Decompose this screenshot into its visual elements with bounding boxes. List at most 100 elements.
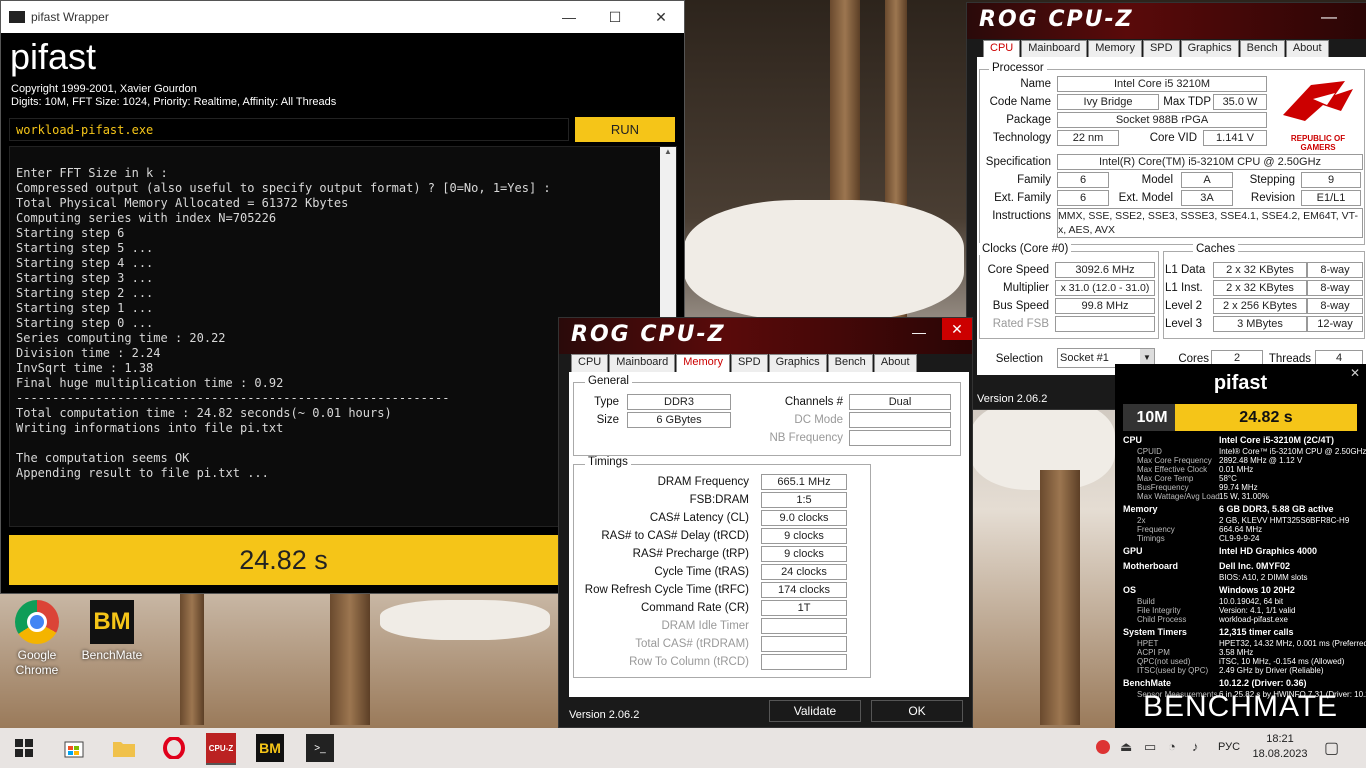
- terminal-icon[interactable]: >_: [306, 734, 334, 762]
- technology-label: Technology: [992, 132, 1051, 144]
- notification-app-icon[interactable]: [1096, 740, 1110, 754]
- benchmate-value: 12,315 timer calls: [1219, 627, 1294, 637]
- close-button[interactable]: ✕: [942, 318, 972, 340]
- ok-button[interactable]: OK: [871, 700, 963, 722]
- benchmate-value: Intel Core i5-3210M (2C/4T): [1219, 435, 1335, 445]
- tab-memory[interactable]: Memory: [676, 354, 730, 373]
- windows-start-icon[interactable]: [10, 734, 38, 762]
- tab-graphics[interactable]: Graphics: [768, 354, 827, 373]
- tab-about[interactable]: About: [873, 354, 917, 373]
- wifi-icon[interactable]: ◔: [1168, 739, 1176, 754]
- run-button[interactable]: RUN: [575, 117, 675, 142]
- timing-label: DRAM Idle Timer: [661, 620, 749, 632]
- tab-mainboard[interactable]: Mainboard: [609, 354, 676, 373]
- benchmate-key: Build: [1137, 597, 1155, 606]
- minimize-button[interactable]: —: [546, 1, 592, 33]
- volume-icon[interactable]: ♪: [1192, 739, 1199, 754]
- timing-label: Command Rate (CR): [641, 602, 749, 614]
- desktop-icon-benchmate[interactable]: BM BenchMate: [80, 600, 144, 662]
- extfamily-label: Ext. Family: [994, 192, 1051, 204]
- battery-icon[interactable]: ▭: [1144, 739, 1156, 755]
- benchmate-value: 99.74 MHz: [1219, 483, 1258, 492]
- taskbar: CPU-Z BM >_ ⏏ ▭ ◔ ♪ РУС 18:21 18.08.2023…: [0, 728, 1366, 768]
- l1data-label: L1 Data: [1165, 264, 1206, 276]
- benchmate-key: System Timers: [1123, 627, 1187, 637]
- l2-label: Level 2: [1165, 300, 1203, 312]
- close-button[interactable]: ✕: [638, 1, 684, 33]
- channels-label: Channels #: [784, 396, 843, 408]
- cpuz-version: Version 2.06.2: [569, 709, 640, 721]
- name-value: Intel Core i5 3210M: [1057, 76, 1267, 92]
- maximize-button[interactable]: ☐: [592, 1, 638, 33]
- minimize-button[interactable]: —: [912, 324, 926, 340]
- revision-label: Revision: [1250, 192, 1295, 204]
- timing-label: RAS# to CAS# Delay (tRCD): [601, 530, 749, 542]
- desktop-icon-chrome[interactable]: Google Chrome: [8, 600, 66, 678]
- benchmate-value: 3.58 MHz: [1219, 648, 1254, 657]
- timing-label: CAS# Latency (CL): [649, 512, 749, 524]
- app-icon: [9, 11, 25, 23]
- benchmate-key: File Integrity: [1137, 606, 1181, 615]
- benchmate-key: Memory: [1123, 504, 1158, 514]
- tab-cpu[interactable]: CPU: [571, 354, 609, 373]
- cpuz-memory-panel: General Type DDR3 Size 6 GBytes Channels…: [569, 372, 969, 697]
- extmodel-value: 3A: [1181, 190, 1233, 206]
- benchmate-icon: BM: [90, 600, 134, 644]
- l1inst-label: L1 Inst.: [1165, 282, 1203, 294]
- usb-icon[interactable]: ⏏: [1120, 739, 1132, 755]
- benchmate-key: ITSC(used by QPC): [1137, 666, 1209, 675]
- benchmate-key: OS: [1123, 585, 1137, 595]
- copyright-text: Copyright 1999-2001, Xavier Gourdon: [11, 83, 197, 95]
- multiplier-label: Multiplier: [1002, 282, 1049, 294]
- opera-icon[interactable]: [160, 734, 188, 762]
- benchmate-key: GPU: [1123, 546, 1143, 556]
- scroll-up-icon[interactable]: ▲: [660, 147, 676, 156]
- family-label: Family: [1017, 174, 1051, 186]
- benchmate-value: CL9-9-9-24: [1219, 534, 1260, 543]
- nbfreq-value: [849, 430, 951, 446]
- language-indicator[interactable]: РУС: [1218, 741, 1240, 753]
- benchmate-value: 15 W, 31.00%: [1219, 492, 1269, 501]
- extmodel-label: Ext. Model: [1118, 192, 1173, 204]
- cpuz-memory-window[interactable]: ROG CPU-Z — ✕ CPU Mainboard Memory SPD Graph…: [558, 317, 973, 728]
- clock[interactable]: 18:21 18.08.2023: [1250, 732, 1310, 762]
- file-explorer-icon[interactable]: [110, 734, 138, 762]
- cpuz-cpu-window[interactable]: ROG CPU-Z — CPU Mainboard Memory SPD Graphic…: [966, 2, 1366, 410]
- benchmate-value: Intel HD Graphics 4000: [1219, 546, 1318, 556]
- l1data-way: 8-way: [1307, 262, 1363, 278]
- rog-text: REPUBLIC OF GAMERS: [1290, 134, 1346, 152]
- name-label: Name: [1020, 78, 1051, 90]
- timings-title: Timings: [585, 456, 631, 468]
- benchmate-key: CPUID: [1137, 447, 1162, 456]
- cpuz-header: ROG CPU-Z — ✕: [559, 318, 972, 354]
- tab-spd[interactable]: SPD: [730, 354, 768, 373]
- benchmate-title: pifast: [1213, 372, 1268, 394]
- extfamily-value: 6: [1057, 190, 1109, 206]
- minimize-button[interactable]: —: [1321, 9, 1337, 27]
- validate-button[interactable]: Validate: [769, 700, 861, 722]
- workload-input[interactable]: workload-pifast.exe: [9, 118, 569, 141]
- cpuz-taskbar-icon[interactable]: CPU-Z: [206, 733, 236, 765]
- benchmate-value: HPET32, 14.32 MHz, 0.001 ms (Preferred): [1219, 639, 1366, 648]
- maxtdp-label: Max TDP: [1163, 96, 1211, 108]
- processor-title: Processor: [989, 62, 1047, 74]
- busspeed-label: Bus Speed: [992, 300, 1049, 312]
- spec-value: Intel(R) Core(TM) i5-3210M CPU @ 2.50GHz: [1057, 154, 1363, 170]
- benchmate-key: Child Process: [1137, 615, 1187, 624]
- tab-bench[interactable]: Bench: [827, 354, 873, 373]
- action-center-icon[interactable]: ▢: [1324, 738, 1339, 758]
- cpuz-header: ROG CPU-Z —: [967, 3, 1366, 39]
- benchmate-value: 2 GB, KLEVV HMT325S6BFR8C-H9: [1219, 516, 1350, 525]
- benchmate-key: Max Effective Clock: [1137, 465, 1208, 474]
- chrome-icon: [15, 600, 59, 644]
- timing-value: [761, 618, 847, 634]
- corevid-value: 1.141 V: [1203, 130, 1267, 146]
- store-icon[interactable]: [60, 734, 88, 762]
- timing-label: Row Refresh Cycle Time (tRFC): [584, 584, 749, 596]
- timing-value: [761, 654, 847, 670]
- titlebar[interactable]: pifast Wrapper — ☐ ✕: [1, 1, 684, 33]
- benchmate-taskbar-icon[interactable]: BM: [256, 734, 284, 762]
- nbfreq-label: NB Frequency: [769, 432, 843, 444]
- cpuz-tabs: CPU Mainboard Memory SPD Graphics Bench About: [571, 354, 918, 373]
- benchmate-value: 10.12.2 (Driver: 0.36): [1219, 678, 1307, 688]
